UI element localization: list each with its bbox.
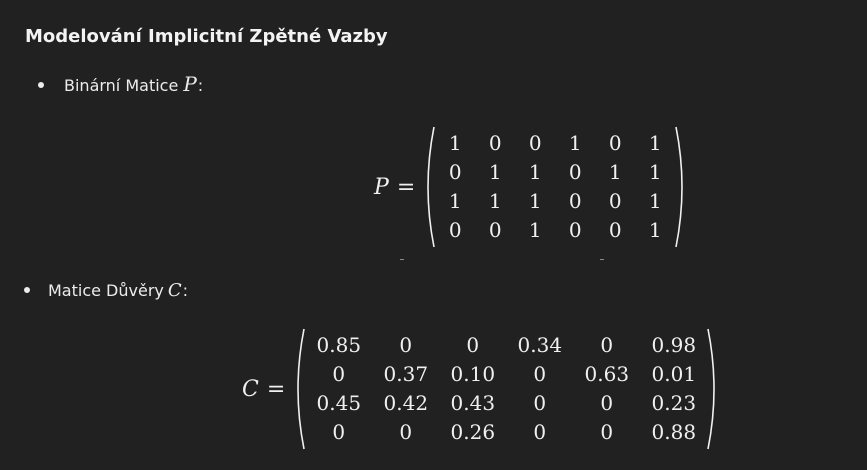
equation-confidence-matrix: C = 0.85 0 0 0.34 0 0.98 0 0.37 0.10 0 0.63 0.01 0.4… xyxy=(242,327,721,451)
matrix-row: 0 0.37 0.10 0 0.63 0.01 xyxy=(305,360,707,389)
equation-lhs: C xyxy=(242,376,259,402)
left-paren-icon xyxy=(291,327,306,451)
matrix-cell: 1 xyxy=(648,189,662,213)
bullet-dot-icon xyxy=(24,287,30,293)
matrix-cell: 0 xyxy=(568,218,582,242)
left-paren-icon xyxy=(421,125,436,249)
right-paren-icon xyxy=(707,327,721,451)
matrix-cell: 0.34 xyxy=(517,333,563,357)
matrix-row: 0 0 1 0 0 1 xyxy=(435,216,675,245)
matrix-cell: 0 xyxy=(448,218,462,242)
equation-binary-matrix: P = 1 0 0 1 0 1 0 1 1 0 1 1 1 1 1 0 0 1 0 0 1 0 0 1 xyxy=(374,125,689,249)
matrix-cell: 1 xyxy=(528,160,542,184)
matrix-cell: 0 xyxy=(600,391,614,415)
right-paren-icon xyxy=(675,125,689,249)
bullet-math-variable: C xyxy=(167,280,182,301)
matrix-cell: 0 xyxy=(600,333,614,357)
equation-lhs: P xyxy=(374,174,389,200)
matrix-cell: 0.43 xyxy=(450,391,496,415)
bullet-label: Binární Matice xyxy=(64,76,179,95)
matrix-cell: 0 xyxy=(332,420,346,444)
matrix-cell: 0.98 xyxy=(651,333,697,357)
matrix-cell: 0.63 xyxy=(584,362,630,386)
matrix-cell: 0 xyxy=(533,420,547,444)
matrix-cell: 1 xyxy=(528,218,542,242)
render-artifact-right xyxy=(600,259,604,263)
matrix-cell: 1 xyxy=(448,189,462,213)
matrix-cell: 0.26 xyxy=(450,420,496,444)
matrix-cell: 0 xyxy=(533,391,547,415)
matrix-cell: 0 xyxy=(528,131,542,155)
matrix-cell: 0 xyxy=(399,420,413,444)
matrix-cell: 0 xyxy=(399,333,413,357)
section-heading: Modelování Implicitní Zpětné Vazby xyxy=(25,26,388,47)
matrix-cell: 1 xyxy=(568,131,582,155)
matrix-cell: 1 xyxy=(648,160,662,184)
equals-sign: = xyxy=(396,174,416,200)
matrix-cell: 0.37 xyxy=(383,362,429,386)
matrix-cell: 0 xyxy=(600,420,614,444)
matrix-row: 0.85 0 0 0.34 0 0.98 xyxy=(305,331,707,360)
matrix-cell: 1 xyxy=(608,160,622,184)
equals-sign: = xyxy=(266,376,286,402)
matrix-row: 1 0 0 1 0 1 xyxy=(435,129,675,158)
render-artifact-left xyxy=(400,259,404,263)
matrix-cell: 0 xyxy=(608,131,622,155)
matrix-cell: 0.01 xyxy=(651,362,697,386)
bullet-colon: : xyxy=(197,76,204,95)
matrix-cell: 0.42 xyxy=(383,391,429,415)
matrix-row: 1 1 1 0 0 1 xyxy=(435,187,675,216)
matrix-cell: 1 xyxy=(648,218,662,242)
bullet-math-variable: P xyxy=(183,72,197,96)
bullet-binary-matrix: Binární Matice P : xyxy=(38,72,203,96)
matrix-cell: 0.85 xyxy=(316,333,362,357)
bullet-dot-icon xyxy=(38,82,44,88)
matrix-cell: 0.23 xyxy=(651,391,697,415)
matrix-cell: 0 xyxy=(608,218,622,242)
matrix-cell: 0 xyxy=(608,189,622,213)
matrix-cell: 0 xyxy=(466,333,480,357)
matrix-row: 0 1 1 0 1 1 xyxy=(435,158,675,187)
matrix-cell: 0 xyxy=(533,362,547,386)
bullet-colon: : xyxy=(182,281,189,300)
matrix-row: 0 0 0.26 0 0 0.88 xyxy=(305,418,707,447)
matrix-cell: 1 xyxy=(528,189,542,213)
matrix-cell: 0.10 xyxy=(450,362,496,386)
matrix-cell: 1 xyxy=(488,189,502,213)
matrix-C: 0.85 0 0 0.34 0 0.98 0 0.37 0.10 0 0.63 0.01 0.45 0.4… xyxy=(305,331,707,447)
matrix-cell: 0 xyxy=(568,189,582,213)
matrix-cell: 0 xyxy=(488,218,502,242)
matrix-cell: 0 xyxy=(332,362,346,386)
matrix-cell: 0 xyxy=(488,131,502,155)
matrix-cell: 0.45 xyxy=(316,391,362,415)
bullet-confidence-matrix: Matice Důvěry C : xyxy=(24,280,188,301)
bullet-label: Matice Důvěry xyxy=(48,281,164,300)
matrix-row: 0.45 0.42 0.43 0 0 0.23 xyxy=(305,389,707,418)
matrix-cell: 1 xyxy=(488,160,502,184)
matrix-cell: 0.88 xyxy=(651,420,697,444)
matrix-cell: 0 xyxy=(448,160,462,184)
matrix-cell: 0 xyxy=(568,160,582,184)
matrix-P: 1 0 0 1 0 1 0 1 1 0 1 1 1 1 1 0 0 1 0 0 1 0 0 1 xyxy=(435,129,675,245)
matrix-cell: 1 xyxy=(648,131,662,155)
matrix-cell: 1 xyxy=(448,131,462,155)
